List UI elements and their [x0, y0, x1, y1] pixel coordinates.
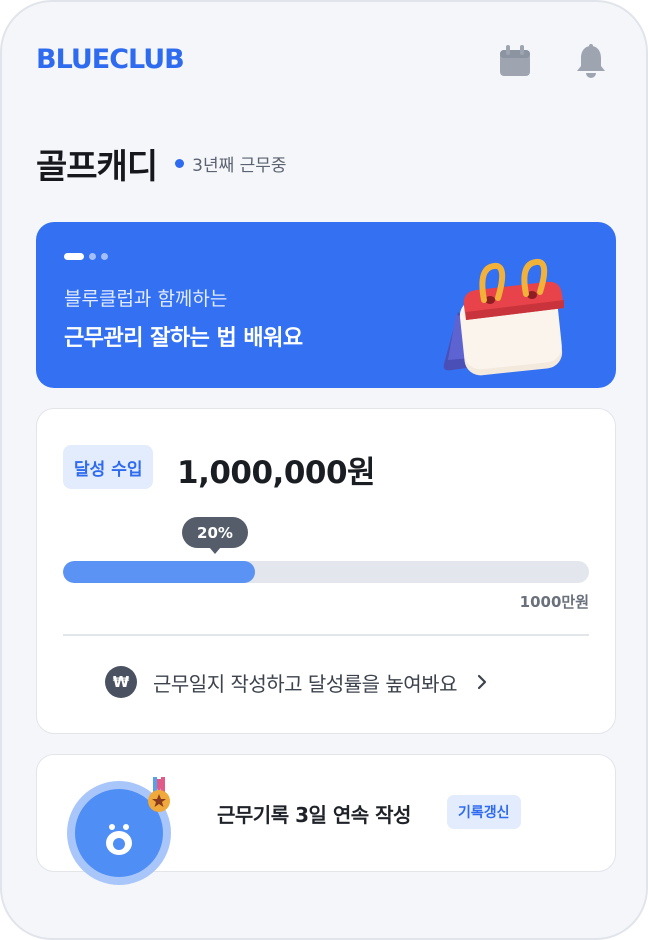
income-card: 달성 수입 1,000,000원 20% 1000만원 ₩ 근무일지 작성하고 …: [36, 408, 616, 734]
chevron-right-icon: [477, 674, 487, 690]
work-log-cta[interactable]: ₩ 근무일지 작성하고 달성률을 높여봐요: [105, 665, 489, 699]
carousel-dot: [101, 253, 108, 260]
calendar-illustration: [443, 258, 564, 376]
income-amount: 1,000,000원: [177, 455, 376, 491]
streak-label: 근무기록 3일 연속 작성: [217, 803, 411, 827]
progress-bar: [63, 561, 589, 583]
promo-banner[interactable]: 블루클럽과 함께하는 근무관리 잘하는 법 배워요: [36, 222, 616, 388]
banner-title: 근무관리 잘하는 법 배워요: [64, 326, 303, 351]
calendar-icon[interactable]: [496, 42, 534, 80]
record-renewed-badge: 기록갱신: [447, 795, 521, 829]
app-screen: BLUECLUB 골프캐디 3년째 근무중 블루클럽과 함께하는 근무관리 잘하…: [0, 0, 648, 940]
blueclub-logo[interactable]: BLUECLUB: [36, 44, 185, 75]
carousel-indicator: [64, 253, 108, 260]
income-goal-label: 1000만원: [519, 593, 589, 611]
carousel-dot: [89, 253, 96, 260]
profile-row: 골프캐디 3년째 근무중: [36, 140, 287, 187]
streak-card[interactable]: 근무기록 3일 연속 작성 기록갱신: [36, 754, 616, 885]
progress-bar-fill: [63, 561, 255, 583]
app-header: BLUECLUB: [2, 2, 646, 112]
achieved-income-badge: 달성 수입: [63, 445, 154, 489]
progress-tooltip: 20%: [182, 517, 248, 554]
work-log-cta-label: 근무일지 작성하고 달성률을 높여봐요: [153, 671, 457, 696]
carousel-dot-active: [64, 253, 84, 260]
status-dot: [175, 158, 185, 168]
work-duration-status: 3년째 근무중: [192, 155, 287, 176]
medal-character-icon: [67, 777, 171, 885]
divider: [63, 634, 589, 636]
banner-subtitle: 블루클럽과 함께하는: [64, 288, 228, 310]
page-title: 골프캐디: [36, 146, 158, 187]
bell-icon[interactable]: [572, 42, 610, 80]
won-icon: ₩: [105, 666, 137, 698]
